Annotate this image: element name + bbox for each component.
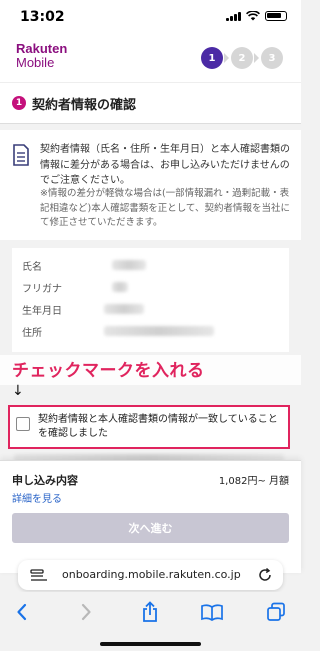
app-header: Rakuten Mobile 1 2 3 — [0, 32, 301, 82]
reload-icon[interactable] — [257, 567, 273, 583]
info-row-furigana: フリガナ — [22, 276, 128, 298]
order-summary-bar: 申し込み内容 1,082円~ 月額 詳細を見る 次へ進む — [0, 460, 301, 573]
blurred-value — [104, 326, 214, 336]
step-arrow-icon — [224, 53, 229, 63]
chevron-right-icon — [81, 603, 91, 621]
notice-panel: 契約者情報（氏名・住所・生年月日）と本人確認書類の情報に差分がある場合は、お申し… — [0, 130, 301, 240]
info-label: 住所 — [22, 327, 42, 339]
summary-detail-link[interactable]: 詳細を見る — [12, 490, 62, 505]
step-3: 3 — [261, 47, 283, 69]
info-label: 氏名 — [22, 261, 42, 273]
back-button[interactable] — [10, 600, 34, 624]
step-1: 1 — [201, 47, 223, 69]
rakuten-mobile-logo[interactable]: Rakuten Mobile — [16, 42, 67, 70]
tabs-icon — [267, 602, 285, 621]
home-indicator — [100, 642, 201, 646]
confirm-checkbox-label[interactable]: 契約者情報と本人確認書類の情報が一致していることを確認しました — [38, 413, 286, 441]
signal-icon — [226, 11, 241, 21]
info-row-address: 住所 — [22, 320, 214, 342]
step-arrow-icon — [254, 53, 259, 63]
browser-url-bar[interactable]: onboarding.mobile.rakuten.co.jp — [18, 560, 283, 590]
notice-sub-text: ※情報の差分が軽微な場合は(一部情報漏れ・過剰記載・表記相違など)本人確認書類を… — [40, 188, 290, 228]
blurred-value — [112, 260, 146, 270]
document-icon — [13, 144, 29, 166]
battery-icon — [265, 11, 287, 21]
status-icons — [226, 11, 287, 21]
summary-title: 申し込み内容 — [12, 474, 78, 487]
instruction-callout: チェックマークを入れる — [12, 361, 205, 381]
url-text[interactable]: onboarding.mobile.rakuten.co.jp — [62, 568, 241, 581]
info-row-birthdate: 生年月日 — [22, 298, 144, 320]
down-arrow-icon: ↓ — [12, 383, 24, 399]
book-icon — [201, 604, 223, 621]
status-time: 13:02 — [20, 9, 65, 25]
bookmarks-button[interactable] — [200, 600, 224, 624]
share-icon — [143, 601, 157, 622]
section-header: 1 契約者情報の確認 — [0, 82, 301, 124]
step-2: 2 — [231, 47, 253, 69]
wifi-icon — [246, 11, 260, 21]
status-bar: 13:02 — [0, 0, 301, 32]
step-indicator: 1 2 3 — [201, 47, 283, 69]
summary-price: 1,082円~ 月額 — [218, 476, 289, 487]
confirm-checkbox-row[interactable]: 契約者情報と本人確認書類の情報が一致していることを確認しました — [8, 405, 290, 449]
share-button[interactable] — [138, 600, 162, 624]
info-label: 生年月日 — [22, 305, 62, 317]
blurred-value — [104, 304, 144, 314]
chevron-left-icon — [17, 603, 27, 621]
section-number-badge: 1 — [12, 96, 26, 110]
info-row-name: 氏名 — [22, 254, 146, 276]
tabs-button[interactable] — [264, 600, 288, 624]
contractor-info-panel: 氏名 フリガナ 生年月日 住所 — [12, 248, 289, 352]
notice-main-text: 契約者情報（氏名・住所・生年月日）と本人確認書類の情報に差分がある場合は、お申し… — [40, 144, 290, 186]
page-menu-icon[interactable] — [30, 569, 48, 582]
page-title: 契約者情報の確認 — [32, 98, 137, 113]
next-button[interactable]: 次へ進む — [12, 513, 289, 543]
forward-button[interactable] — [74, 600, 98, 624]
blurred-value — [112, 282, 128, 292]
info-label: フリガナ — [22, 283, 62, 295]
confirm-checkbox[interactable] — [16, 417, 30, 431]
